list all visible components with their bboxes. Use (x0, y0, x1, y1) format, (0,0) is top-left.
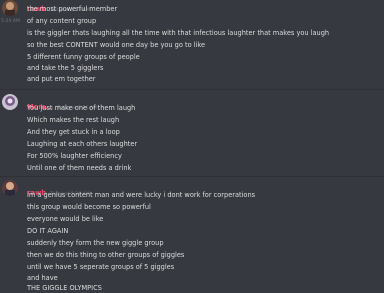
message-line: im a genius content man and were lucky i… (27, 191, 256, 199)
message-line: THE GIGGLE OLYMPICS (27, 284, 102, 292)
message-divider (0, 176, 384, 177)
avatar[interactable] (2, 94, 18, 110)
message-line: so the best CONTENT would one day be you… (27, 41, 206, 49)
message-line: the most powerful member (27, 5, 118, 13)
message-line: suddenly they form the new giggle group (27, 239, 164, 247)
avatar[interactable] (2, 0, 18, 16)
avatar[interactable] (2, 180, 18, 196)
message-divider (0, 89, 384, 90)
message-line: this group would become so powerful (27, 203, 151, 211)
message-line: For 500% laughter efficiency (27, 152, 122, 160)
message-line: You just make one of them laugh (27, 104, 136, 112)
message-line: Laughing at each others laughter (27, 140, 138, 148)
message-line: until we have 5 seperate groups of 5 gig… (27, 263, 175, 271)
message-line: DO IT AGAIN (27, 227, 69, 235)
message-line: Until one of them needs a drink (27, 164, 132, 172)
message-line: is the giggler thats laughing all the ti… (27, 29, 330, 37)
message-line: Which makes the rest laugh (27, 116, 120, 124)
message-line: everyone would be like (27, 215, 104, 223)
message-line: And they get stuck in a loop (27, 128, 120, 136)
message-line: 5 different funny groups of people (27, 53, 140, 61)
message-line: and take the 5 gigglers (27, 64, 104, 72)
message-line: then we do this thing to other groups of… (27, 251, 185, 259)
side-timestamp: 5:24 AM (1, 19, 20, 24)
message-line: and put em together (27, 75, 96, 83)
message-line: and have (27, 274, 58, 282)
message-line: of any content group (27, 17, 97, 25)
